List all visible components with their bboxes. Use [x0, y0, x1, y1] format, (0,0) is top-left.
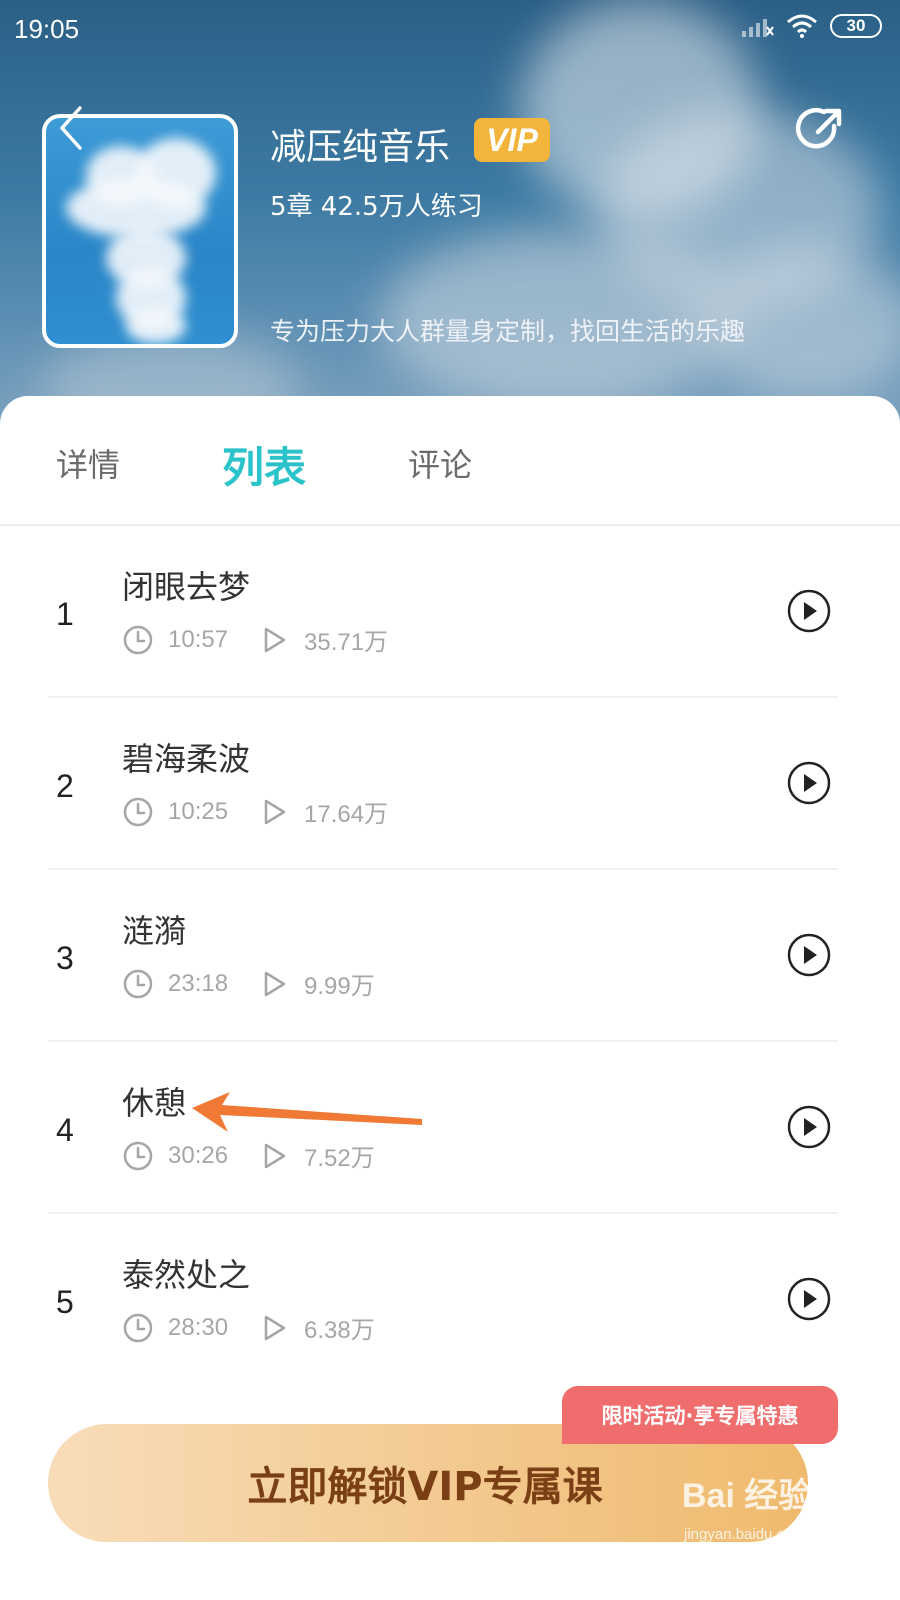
- course-description: 专为压力大人群量身定制，找回生活的乐趣: [270, 317, 746, 346]
- course-title: 减压纯音乐: [270, 127, 451, 168]
- track-play-count: 35.71万: [304, 629, 389, 656]
- track-title: 碧海柔波: [122, 740, 251, 778]
- play-count-icon: [264, 1315, 286, 1340]
- play-button-icon[interactable]: [786, 932, 832, 978]
- track-duration: 28:30: [168, 1313, 229, 1341]
- track-title: 休憩: [122, 1084, 187, 1122]
- clock-icon: [123, 797, 153, 826]
- track-number: 3: [56, 940, 74, 976]
- track-title: 泰然处之: [122, 1256, 251, 1294]
- wifi-icon: [787, 14, 817, 38]
- track-row[interactable]: 5 泰然处之 28:30 6.38万: [48, 1214, 838, 1386]
- track-row[interactable]: 2 碧海柔波 10:25 17.64万: [48, 698, 838, 870]
- play-count-icon: [264, 971, 286, 996]
- track-meta: 10:57 35.71万: [122, 622, 388, 657]
- track-meta: 28:30 6.38万: [122, 1310, 375, 1345]
- play-button-icon[interactable]: [786, 760, 832, 806]
- track-play-count: 7.52万: [304, 1145, 375, 1172]
- track-row[interactable]: 1 闭眼去梦 10:57 35.71万: [48, 526, 838, 698]
- status-time: 19:05: [14, 14, 80, 44]
- clock-icon: [123, 1141, 153, 1170]
- track-meta: 10:25 17.64万: [122, 794, 388, 829]
- back-icon[interactable]: [52, 104, 92, 154]
- vip-badge: VIP: [474, 118, 550, 162]
- tab-list[interactable]: 列表: [222, 434, 306, 495]
- status-icons: 30: [742, 14, 882, 38]
- track-number: 5: [56, 1284, 74, 1320]
- clock-icon: [123, 969, 153, 998]
- share-icon[interactable]: [794, 104, 846, 156]
- track-duration: 23:18: [168, 969, 229, 997]
- play-count-icon: [264, 1143, 286, 1168]
- track-duration: 30:26: [168, 1141, 229, 1169]
- track-row[interactable]: 3 涟漪 23:18 9.99万: [48, 870, 838, 1042]
- track-play-count: 6.38万: [304, 1317, 375, 1344]
- track-play-count: 17.64万: [304, 801, 389, 828]
- tab-details[interactable]: 详情: [56, 440, 120, 486]
- track-title: 闭眼去梦: [122, 568, 251, 606]
- signal-icon: [742, 19, 774, 37]
- course-header: 19:05 30 减压纯音乐 VIP 5章 42.5万人练习 专为压力大人群量身…: [0, 0, 900, 430]
- track-play-count: 9.99万: [304, 973, 375, 1000]
- clock-icon: [123, 1313, 153, 1342]
- track-row[interactable]: 4 休憩 30:26 7.52万: [48, 1042, 838, 1214]
- course-stats: 5章 42.5万人练习: [270, 192, 483, 222]
- track-duration: 10:57: [168, 625, 229, 653]
- track-title: 涟漪: [122, 912, 187, 950]
- tab-comments[interactable]: 评论: [408, 440, 472, 486]
- unlock-vip-label: 立即解锁VIP专属课: [247, 1464, 603, 1510]
- promo-badge[interactable]: 限时活动·享专属特惠: [562, 1386, 838, 1444]
- watermark: Bai 经验 jingyan.baidu.com: [682, 1466, 882, 1562]
- watermark-url: jingyan.baidu.com: [684, 1526, 805, 1543]
- play-button-icon[interactable]: [786, 1104, 832, 1150]
- track-number: 4: [56, 1112, 74, 1148]
- track-meta: 23:18 9.99万: [122, 966, 375, 1001]
- track-meta: 30:26 7.52万: [122, 1138, 375, 1173]
- annotation-arrow-icon: [192, 1092, 422, 1132]
- track-duration: 10:25: [168, 797, 229, 825]
- track-number: 2: [56, 768, 74, 804]
- clock-icon: [123, 625, 153, 654]
- play-button-icon[interactable]: [786, 588, 832, 634]
- play-count-icon: [264, 627, 286, 652]
- play-button-icon[interactable]: [786, 1276, 832, 1322]
- track-number: 1: [56, 596, 74, 632]
- tab-bar: 详情 列表 评论: [0, 396, 900, 526]
- watermark-logo: Bai 经验: [682, 1477, 813, 1515]
- play-count-icon: [264, 799, 286, 824]
- battery-icon: 30: [830, 14, 882, 38]
